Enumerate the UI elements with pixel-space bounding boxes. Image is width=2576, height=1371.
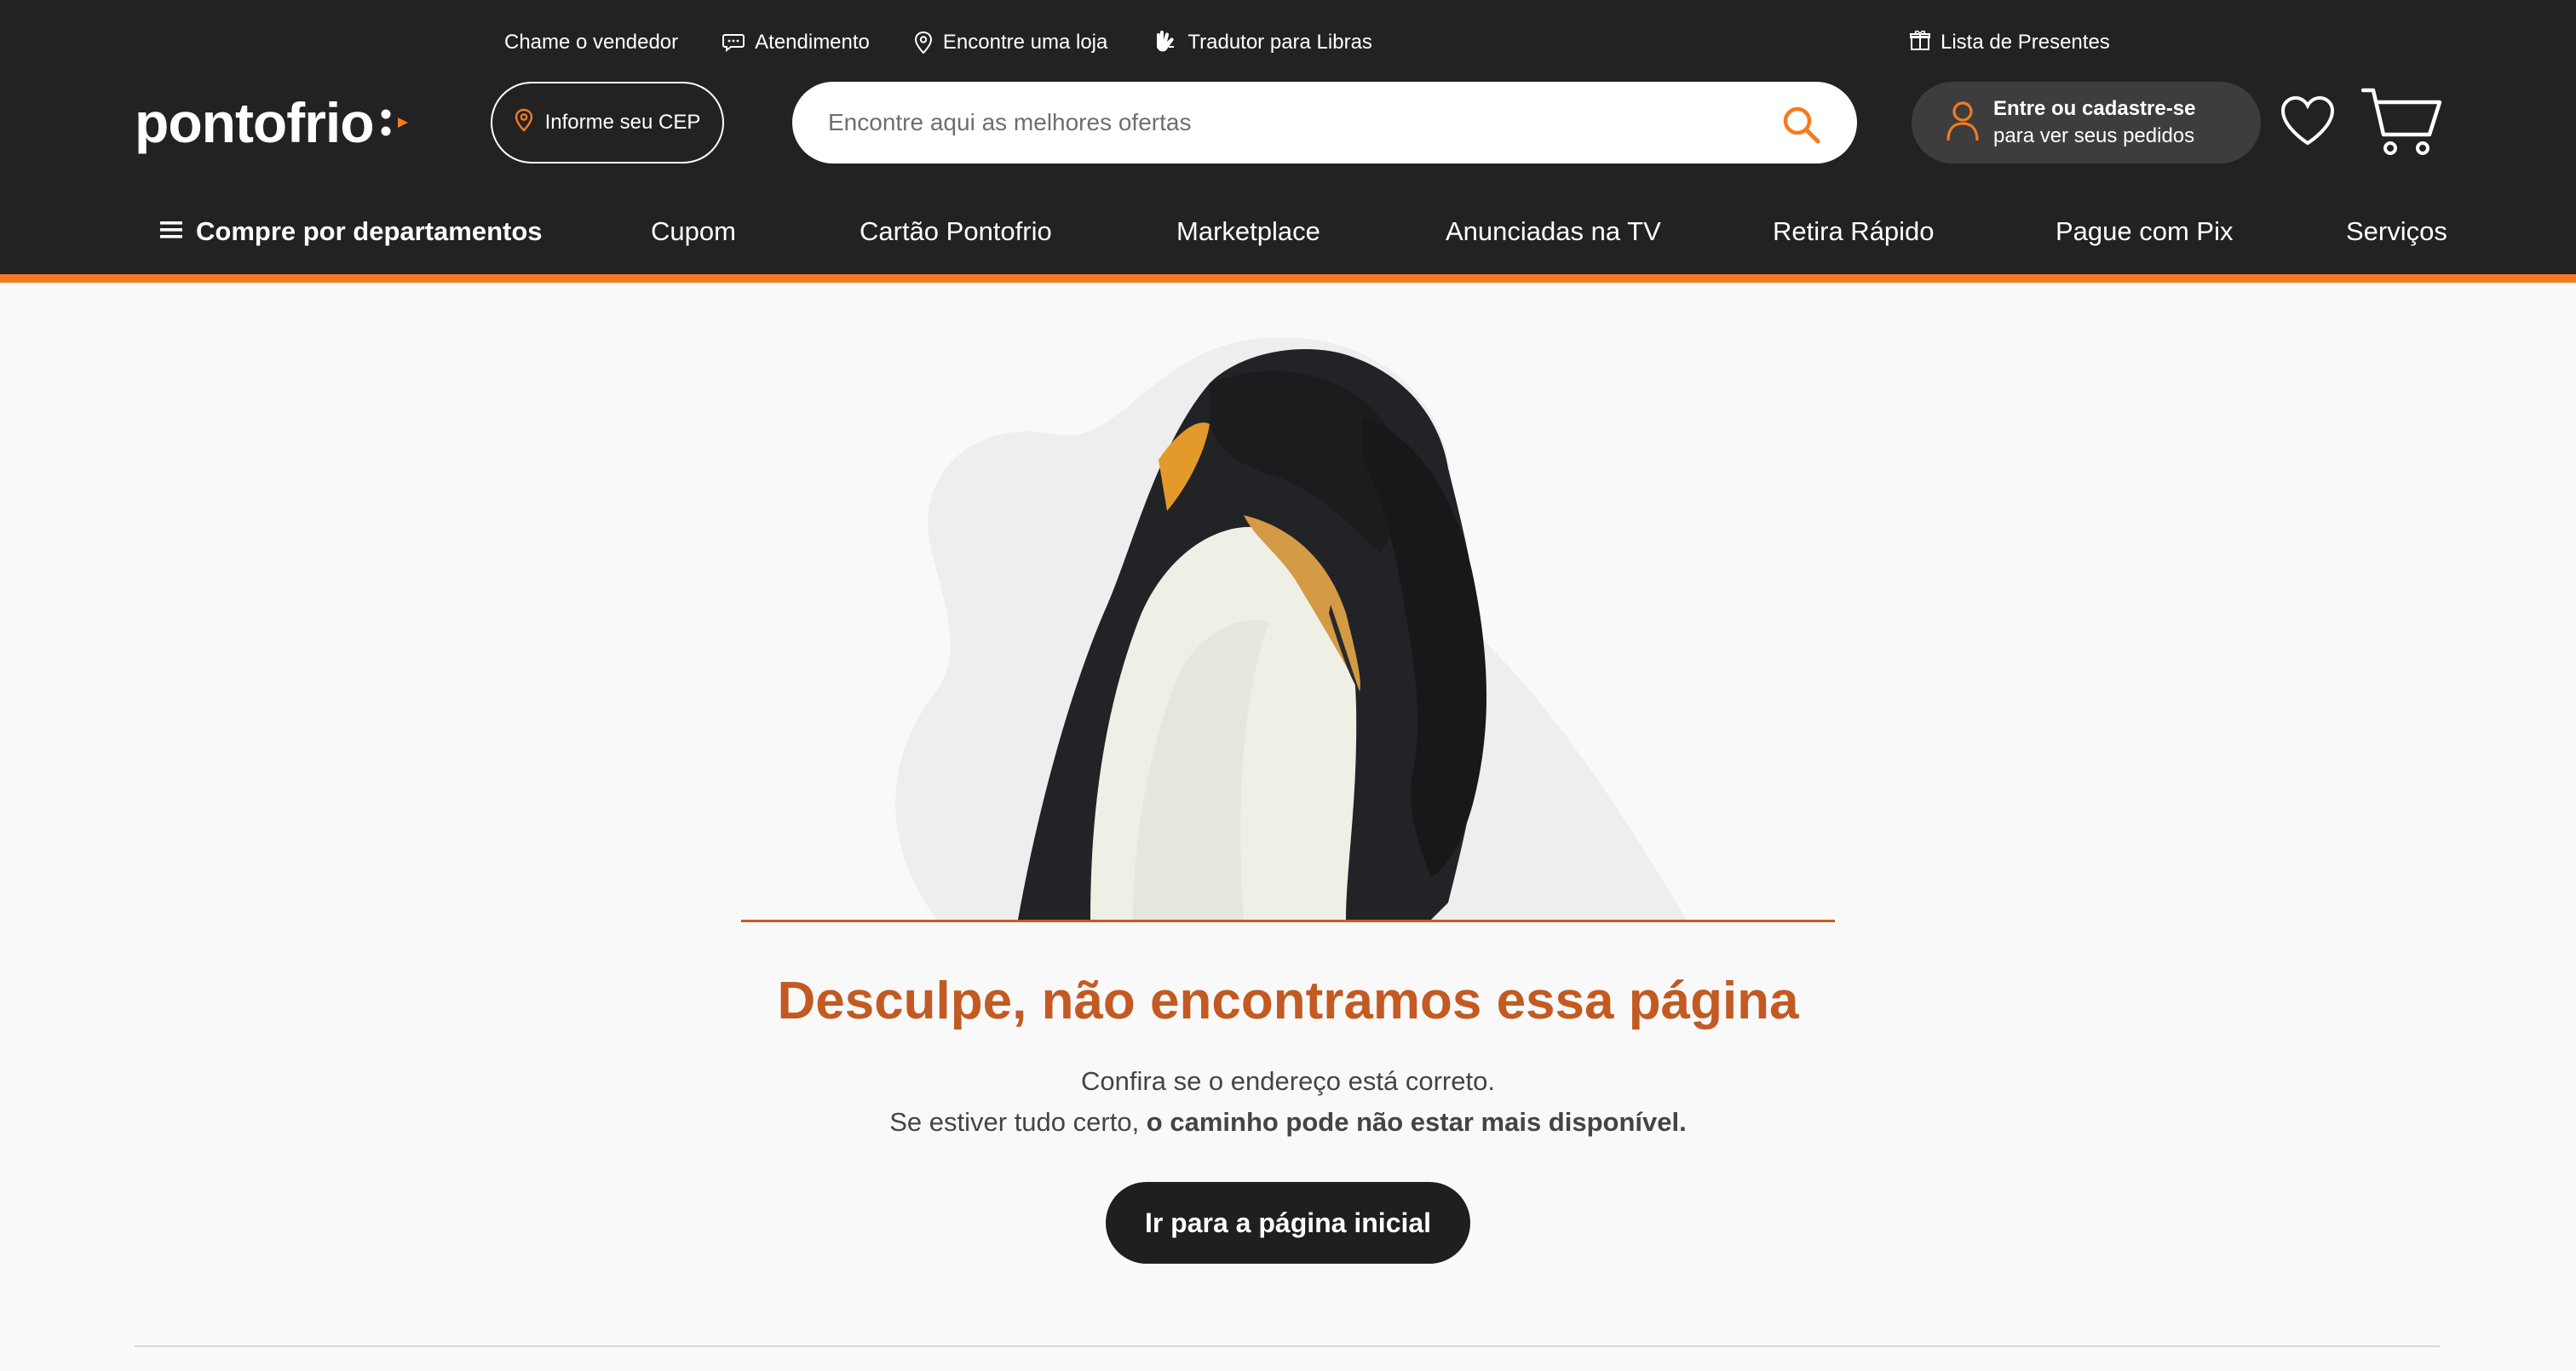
search-input[interactable] (828, 109, 1748, 136)
location-pin-icon (914, 31, 933, 54)
find-store-label: Encontre uma loja (942, 31, 1108, 54)
support-link[interactable]: Atendimento (722, 31, 870, 54)
account-line2: para ver seus pedidos (1993, 124, 2195, 147)
call-seller-link[interactable]: Chame o vendedor (504, 31, 678, 54)
logo-text: pontofrio (135, 91, 375, 154)
search-bar (792, 82, 1857, 163)
call-seller-label: Chame o vendedor (504, 31, 679, 54)
cep-button[interactable]: Informe seu CEP (491, 82, 724, 163)
go-home-button[interactable]: Ir para a página inicial (1106, 1182, 1470, 1264)
nav-item-retira-rapido[interactable]: Retira Rápido (1773, 216, 1935, 247)
libras-translator-label: Tradutor para Libras (1187, 31, 1372, 54)
header-accent-line (0, 274, 2576, 283)
account-text: Entre ou cadastre-se para ver seus pedid… (1993, 95, 2195, 150)
account-line1: Entre ou cadastre-se (1993, 97, 2196, 120)
chat-icon (722, 33, 745, 52)
footer-divider (135, 1345, 2440, 1347)
departments-label: Compre por departamentos (196, 216, 543, 246)
heart-icon[interactable] (2280, 95, 2336, 151)
account-login-button[interactable]: Entre ou cadastre-se para ver seus pedid… (1912, 82, 2261, 163)
error-title: Desculpe, não encontramos essa página (777, 972, 1799, 1030)
nav-item-pague-com-pix[interactable]: Pague com Pix (2056, 216, 2234, 247)
support-label: Atendimento (755, 31, 870, 54)
penguin-illustration (733, 324, 1840, 926)
gift-icon (1910, 29, 1930, 57)
user-icon (1946, 100, 1980, 146)
location-pin-icon (515, 108, 533, 138)
site-header: Chame o vendedor Atendimento Encontre um… (0, 0, 2576, 191)
sign-language-hands-icon (1152, 30, 1177, 55)
nav-item-cupom[interactable]: Cupom (651, 216, 736, 247)
hamburger-menu-icon (160, 216, 182, 247)
error-message-line2-prefix: Se estiver tudo certo, (889, 1107, 1147, 1137)
nav-item-anunciadas-na-tv[interactable]: Anunciadas na TV (1446, 216, 1661, 247)
cart-icon[interactable] (2360, 87, 2443, 161)
gift-list-link[interactable]: Lista de Presentes (1910, 26, 2110, 60)
pontofrio-logo[interactable]: pontofrio (135, 90, 410, 155)
departments-menu-button[interactable]: Compre por departamentos (160, 216, 543, 247)
nav-item-marketplace[interactable]: Marketplace (1176, 216, 1320, 247)
error-message-line2-bold: o caminho pode não estar mais disponível… (1146, 1107, 1687, 1137)
error-message-line2: Se estiver tudo certo, o caminho pode nã… (0, 1107, 2576, 1138)
illustration-divider (741, 920, 1835, 922)
nav-item-cartao-pontofrio[interactable]: Cartão Pontofrio (860, 216, 1052, 247)
find-store-link[interactable]: Encontre uma loja (914, 31, 1107, 54)
nav-item-servicos[interactable]: Serviços (2346, 216, 2447, 247)
libras-translator-link[interactable]: Tradutor para Libras (1152, 30, 1372, 55)
logo-colon-arrow-icon (381, 104, 410, 141)
cep-label: Informe seu CEP (544, 111, 701, 134)
gift-list-label: Lista de Presentes (1941, 31, 2110, 54)
top-utility-bar: Chame o vendedor Atendimento Encontre um… (504, 26, 1372, 60)
error-message-line1: Confira se o endereço está correto. (1081, 1066, 1495, 1096)
department-navbar: Compre por departamentos Cupom Cartão Po… (0, 191, 2576, 274)
search-icon[interactable] (1780, 104, 1821, 149)
